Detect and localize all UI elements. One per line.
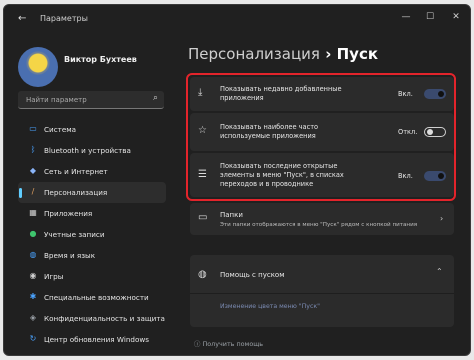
- sidebar-item-accounts[interactable]: ● Учетные записи: [18, 224, 166, 245]
- settings-window: ← Параметры — ☐ ✕ Виктор Бухтеев ⌕ ▭ Сис…: [3, 4, 471, 356]
- help-icon: ⓘ: [194, 340, 201, 348]
- folder-icon: ▭: [198, 212, 208, 223]
- breadcrumb-separator: ›: [325, 45, 332, 63]
- sidebar-item-label: Система: [44, 125, 77, 134]
- accessibility-icon: ✱: [29, 292, 37, 301]
- get-help-link[interactable]: ⓘ Получить помощь: [194, 339, 263, 348]
- breadcrumb-personalization[interactable]: Персонализация: [188, 45, 320, 63]
- folders-row[interactable]: ▭ Папки Эти папки отображаются в меню "П…: [190, 203, 454, 235]
- sidebar-item-label: Специальные возможности: [44, 293, 149, 302]
- wifi-icon: ◆: [29, 166, 37, 175]
- sidebar-item-label: Конфиденциальность и защита: [44, 314, 165, 323]
- highlight-frame: [186, 73, 456, 201]
- window-title: Параметры: [40, 14, 88, 23]
- sidebar-item-gaming[interactable]: ◉ Игры: [18, 266, 166, 287]
- change-start-color-link[interactable]: Изменение цвета меню "Пуск": [220, 303, 320, 310]
- sidebar-item-network[interactable]: ◆ Сеть и Интернет: [18, 161, 166, 182]
- sidebar-item-label: Время и язык: [44, 251, 96, 260]
- globe-icon: ◍: [198, 269, 207, 280]
- divider: [190, 293, 454, 294]
- sidebar-item-system[interactable]: ▭ Система: [18, 119, 166, 140]
- bluetooth-icon: ᛒ: [30, 145, 36, 154]
- sidebar-item-windows-update[interactable]: ↻ Центр обновления Windows: [18, 329, 166, 350]
- help-section: ◍ Помощь с пуском ⌃ Изменение цвета меню…: [190, 255, 454, 327]
- person-icon: ●: [29, 229, 37, 238]
- gamepad-icon: ◉: [29, 271, 37, 280]
- sidebar-item-label: Приложения: [44, 209, 93, 218]
- sidebar-item-label: Bluetooth и устройства: [44, 146, 131, 155]
- sidebar-item-label: Центр обновления Windows: [44, 335, 149, 344]
- monitor-icon: ▭: [29, 124, 37, 133]
- chevron-right-icon: ›: [440, 214, 444, 223]
- sidebar-item-personalization[interactable]: / Персонализация: [18, 182, 166, 203]
- minimize-button[interactable]: —: [400, 12, 412, 22]
- chevron-up-icon[interactable]: ⌃: [436, 267, 443, 276]
- globe-icon: ◍: [29, 250, 37, 259]
- breadcrumb-start: Пуск: [336, 45, 379, 63]
- sidebar-item-accessibility[interactable]: ✱ Специальные возможности: [18, 287, 166, 308]
- search-box[interactable]: ⌕: [18, 91, 164, 109]
- arrow-left-icon[interactable]: ←: [18, 13, 26, 24]
- brush-icon: /: [31, 187, 35, 196]
- page-title: Персонализация › Пуск: [188, 45, 378, 63]
- get-help-label: Получить помощь: [202, 340, 264, 348]
- sidebar-item-bluetooth[interactable]: ᛒ Bluetooth и устройства: [18, 140, 166, 161]
- sidebar-item-label: Сеть и Интернет: [44, 167, 108, 176]
- avatar[interactable]: [18, 47, 58, 87]
- search-input[interactable]: [26, 94, 146, 106]
- sidebar-item-label: Персонализация: [44, 188, 108, 197]
- shield-icon: ◈: [29, 313, 37, 322]
- sidebar-item-privacy[interactable]: ◈ Конфиденциальность и защита: [18, 308, 166, 329]
- sidebar-nav: ▭ Система ᛒ Bluetooth и устройства ◆ Сет…: [18, 119, 166, 350]
- update-icon: ↻: [29, 334, 37, 343]
- maximize-button[interactable]: ☐: [424, 12, 436, 22]
- title-bar: ← Параметры — ☐ ✕: [4, 5, 470, 33]
- sidebar-item-label: Игры: [44, 272, 64, 281]
- user-name: Виктор Бухтеев: [64, 55, 137, 64]
- folders-title: Папки: [220, 211, 243, 219]
- close-button[interactable]: ✕: [450, 12, 462, 22]
- search-icon[interactable]: ⌕: [153, 93, 158, 103]
- sidebar-item-apps[interactable]: ▦ Приложения: [18, 203, 166, 224]
- sidebar-item-time-language[interactable]: ◍ Время и язык: [18, 245, 166, 266]
- apps-icon: ▦: [29, 208, 37, 217]
- folders-description: Эти папки отображаются в меню "Пуск" ряд…: [220, 222, 418, 228]
- sidebar-item-label: Учетные записи: [44, 230, 105, 239]
- help-title: Помощь с пуском: [220, 271, 285, 279]
